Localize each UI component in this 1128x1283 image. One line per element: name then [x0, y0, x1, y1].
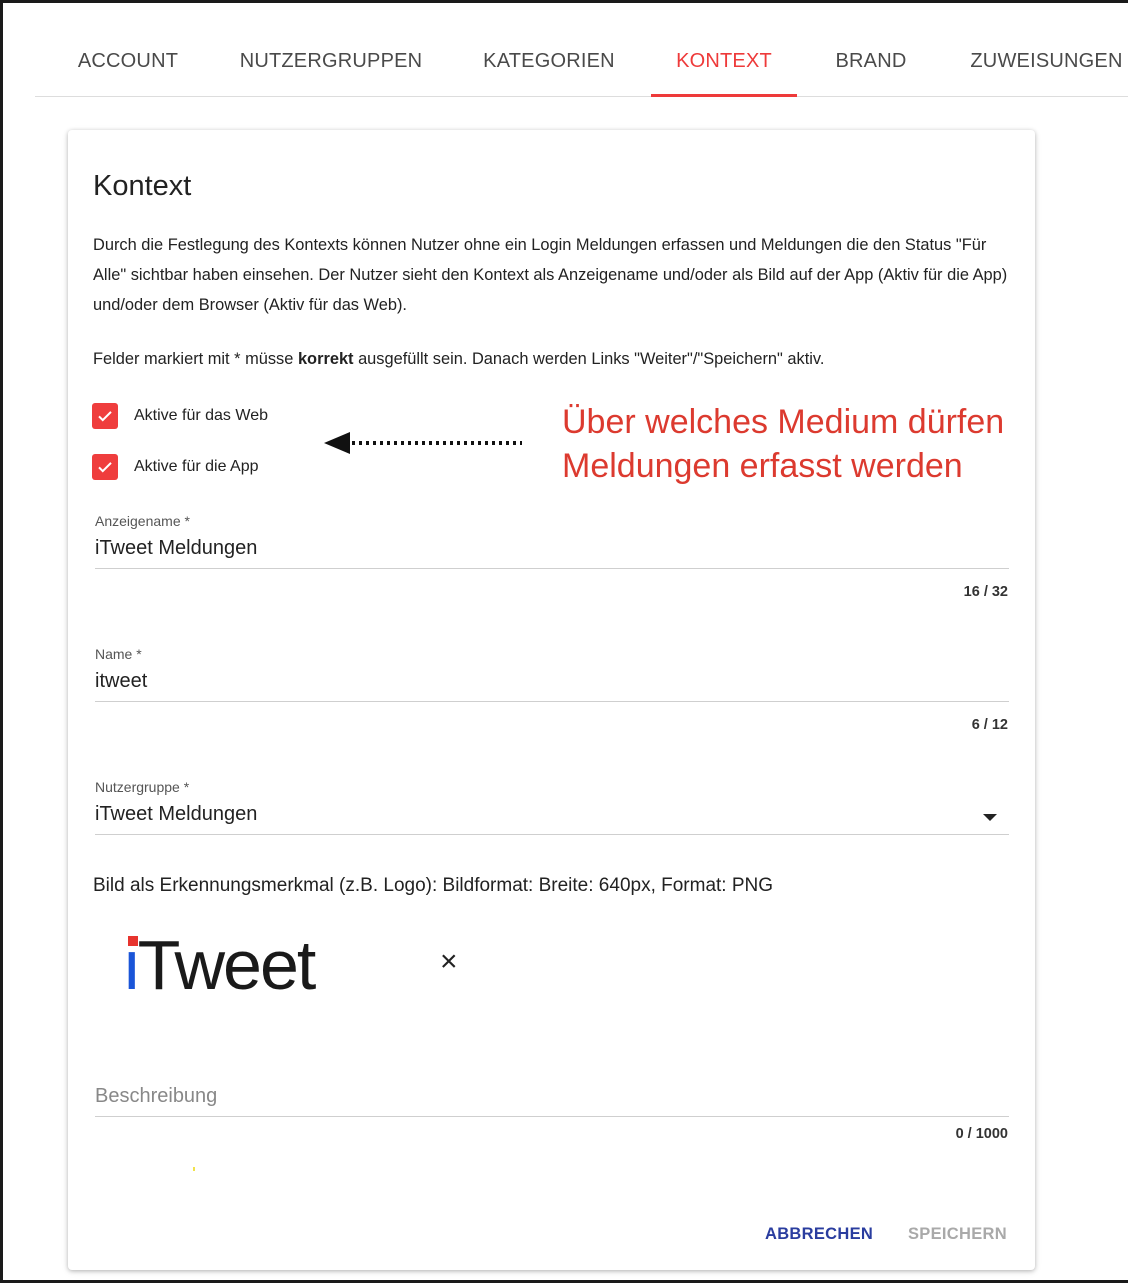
- description-counter: 0 / 1000: [955, 1126, 1008, 1142]
- annotation-arrow-icon: [324, 432, 522, 454]
- checkmark-icon: [98, 462, 112, 473]
- tab-kontext[interactable]: KONTEXT: [651, 36, 797, 97]
- logo-i: i: [124, 926, 140, 1004]
- description-input[interactable]: Beschreibung: [95, 1085, 1009, 1108]
- input-underline: [95, 1116, 1009, 1117]
- name-counter: 6 / 12: [971, 717, 1008, 733]
- tab-zuweisungen[interactable]: ZUWEISUNGEN: [965, 36, 1128, 96]
- card-description: Durch die Festlegung des Kontexts können…: [93, 236, 1008, 314]
- tab-account[interactable]: ACCOUNT: [75, 36, 181, 96]
- save-button[interactable]: SPEICHERN: [908, 1225, 1007, 1244]
- active-tab-indicator: [651, 94, 797, 97]
- user-group-value[interactable]: iTweet Meldungen: [95, 803, 1009, 826]
- input-underline: [95, 568, 1009, 569]
- required-note: Felder markiert mit * müsse korrekt ausg…: [93, 350, 825, 368]
- name-label: Name *: [95, 646, 142, 662]
- itweet-logo: i Tweet: [124, 926, 316, 1004]
- tab-kategorien[interactable]: KATEGORIEN: [480, 36, 618, 96]
- card-title: Kontext: [93, 170, 192, 202]
- input-underline: [95, 701, 1009, 702]
- input-underline: [95, 834, 1009, 835]
- checkbox-app[interactable]: [92, 454, 118, 480]
- name-field[interactable]: Name * itweet: [95, 646, 1009, 702]
- checkbox-web[interactable]: [92, 403, 118, 429]
- user-group-select[interactable]: Nutzergruppe * iTweet Meldungen: [95, 779, 1009, 835]
- image-hint: Bild als Erkennungsmerkmal (z.B. Logo): …: [93, 875, 774, 896]
- checkbox-web-label: Aktive für das Web: [134, 407, 268, 424]
- logo-dot: [128, 936, 138, 946]
- display-name-counter: 16 / 32: [963, 584, 1008, 600]
- checkbox-app-row: Aktive für die App: [92, 454, 259, 480]
- display-name-input[interactable]: iTweet Meldungen: [95, 537, 1009, 560]
- display-name-field[interactable]: Anzeigename * iTweet Meldungen: [95, 513, 1009, 569]
- cancel-button[interactable]: ABBRECHEN: [765, 1225, 873, 1244]
- checkmark-icon: [98, 411, 112, 422]
- description-field[interactable]: Beschreibung: [95, 1085, 1009, 1117]
- checkbox-web-row: Aktive für das Web: [92, 403, 268, 429]
- tab-nutzergruppen[interactable]: NUTZERGRUPPEN: [235, 36, 427, 96]
- stray-mark: [193, 1167, 195, 1171]
- user-group-label: Nutzergruppe *: [95, 779, 190, 795]
- annotation-text: Über welches Medium dürfen Meldungen erf…: [562, 403, 1005, 485]
- remove-image-icon[interactable]: ×: [440, 945, 458, 979]
- tab-brand[interactable]: BRAND: [831, 36, 911, 96]
- checkbox-app-label: Aktive für die App: [134, 458, 259, 475]
- dropdown-arrow-icon[interactable]: [983, 814, 997, 821]
- tab-bar: ACCOUNT NUTZERGRUPPEN KATEGORIEN KONTEXT…: [35, 36, 1128, 97]
- display-name-label: Anzeigename *: [95, 513, 190, 529]
- name-input[interactable]: itweet: [95, 670, 1009, 693]
- kontext-card: Kontext Durch die Festlegung des Kontext…: [68, 130, 1035, 1270]
